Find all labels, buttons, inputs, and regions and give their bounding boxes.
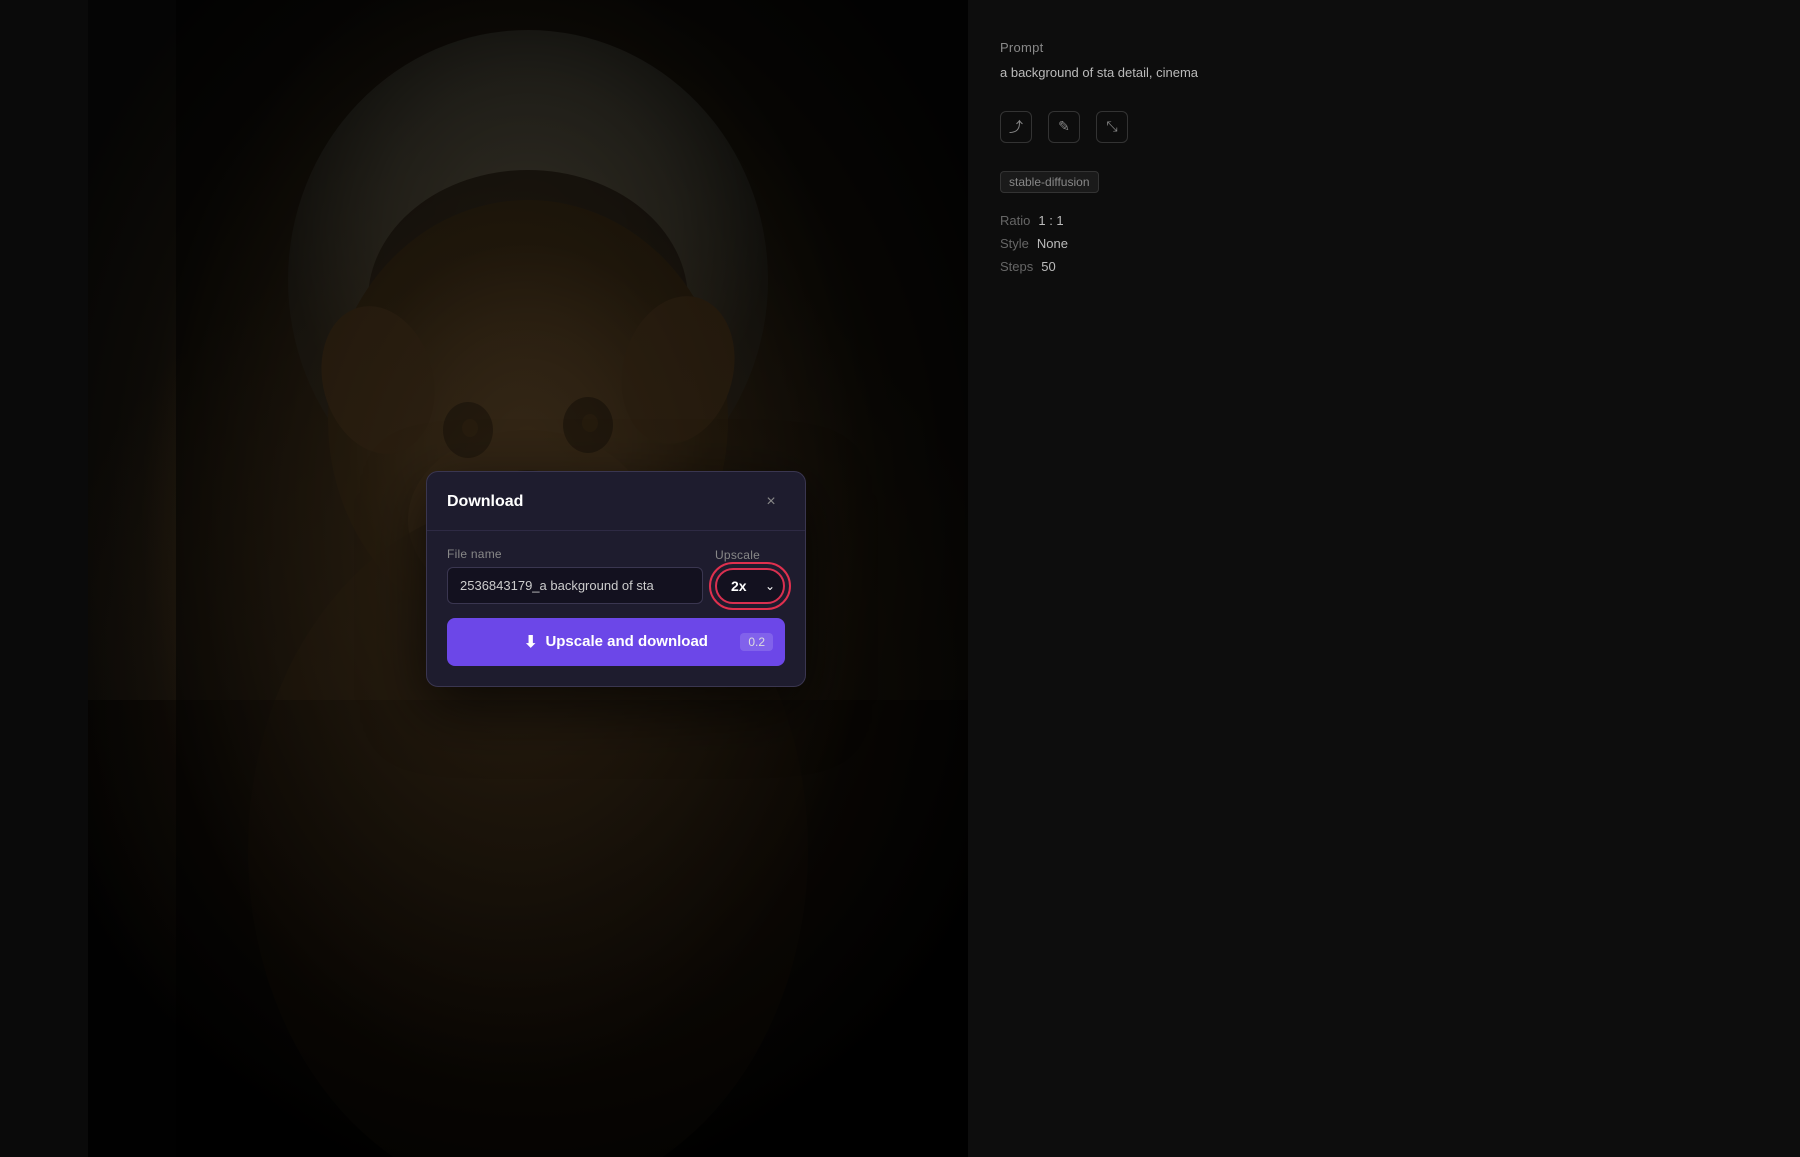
style-val: None <box>1037 236 1068 251</box>
ratio-row: Ratio 1 : 1 <box>1000 213 1768 228</box>
download-icon: ⬇ <box>524 632 537 652</box>
steps-key: Steps <box>1000 259 1033 274</box>
upscale-group: Upscale 2x 1x 4x <box>715 548 785 604</box>
dialog-title: Download <box>447 493 523 511</box>
dialog-body: File name Upscale 2x 1x 4x <box>427 531 805 686</box>
prompt-label: Prompt <box>1000 40 1768 55</box>
close-button[interactable]: × <box>757 488 785 516</box>
filename-label: File name <box>447 547 703 561</box>
credit-badge: 0.2 <box>740 633 773 651</box>
modal-overlay: Download × File name Upscale <box>176 0 968 1157</box>
upscale-download-label: Upscale and download <box>545 633 708 650</box>
steps-row: Steps 50 <box>1000 259 1768 274</box>
steps-val: 50 <box>1041 259 1055 274</box>
form-row: File name Upscale 2x 1x 4x <box>447 547 785 604</box>
upscale-select[interactable]: 2x 1x 4x <box>715 568 785 604</box>
right-panel: Prompt a background of sta detail, cinem… <box>968 0 1800 1157</box>
filename-input[interactable] <box>447 567 703 604</box>
upscale-label: Upscale <box>715 548 785 562</box>
edit-button[interactable]: ✎ <box>1048 111 1080 143</box>
upscale-download-button[interactable]: ⬇ Upscale and download 0.2 <box>447 618 785 666</box>
ratio-key: Ratio <box>1000 213 1030 228</box>
dialog-header: Download × <box>427 472 805 531</box>
style-row: Style None <box>1000 236 1768 251</box>
filename-group: File name <box>447 547 703 604</box>
upscale-select-wrapper: 2x 1x 4x <box>715 568 785 604</box>
share-button[interactable]: ⤴ <box>1000 111 1032 143</box>
expand-button[interactable]: ⤡ <box>1096 111 1128 143</box>
download-dialog: Download × File name Upscale <box>426 471 806 687</box>
action-icons: ⤴ ✎ ⤡ <box>1000 111 1768 143</box>
image-panel: Download × File name Upscale <box>88 0 968 1157</box>
upscale-highlight: 2x 1x 4x <box>715 568 785 604</box>
model-tag: stable-diffusion <box>1000 171 1099 193</box>
prompt-text: a background of sta detail, cinema <box>1000 63 1768 83</box>
ratio-val: 1 : 1 <box>1038 213 1063 228</box>
style-key: Style <box>1000 236 1029 251</box>
